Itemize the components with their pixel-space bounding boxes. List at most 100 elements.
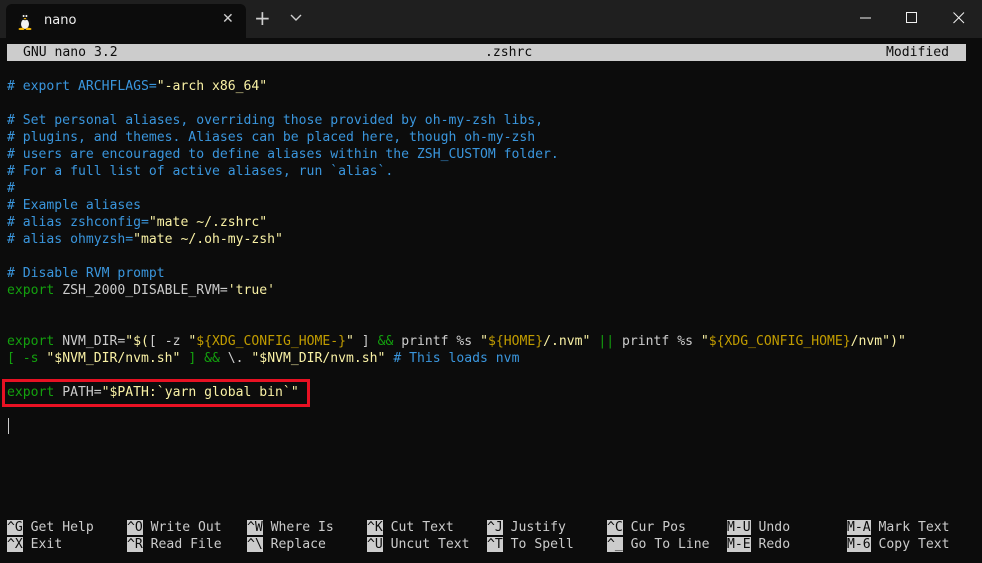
editor-line: # export ARCHFLAGS="-arch x86_64" (7, 78, 267, 95)
code-token: && (377, 334, 394, 349)
close-window-button[interactable] (936, 0, 982, 36)
shortcut-label: Undo (750, 520, 791, 535)
code-token: NVM_DIR= (54, 334, 126, 349)
shortcut-label: Read File (142, 537, 222, 552)
shortcut-label: Cut Text (382, 520, 454, 535)
tux-icon (17, 12, 33, 31)
code-token: printf %s (614, 334, 701, 349)
code-token: # Disable RVM prompt (7, 266, 165, 281)
tab-nano[interactable]: nano ✕ (6, 4, 246, 38)
shortcut-key: ^G (7, 520, 23, 535)
code-token: ${HOME} (487, 334, 544, 349)
shortcut-key: ^U (367, 537, 383, 552)
maximize-button[interactable] (889, 0, 935, 36)
shortcut-item: M-A Mark Text (847, 519, 950, 536)
editor-line: # (7, 180, 15, 197)
shortcut-label: Uncut Text (382, 537, 470, 552)
code-token: ] (180, 351, 205, 366)
tab-title: nano (44, 13, 77, 28)
shortcut-item: ^U Uncut Text (367, 536, 470, 553)
shortcut-item: ^K Cut Text (367, 519, 454, 536)
shortcut-item: ^T To Spell (487, 536, 574, 553)
code-token: "$NVM_DIR/nvm.sh" (46, 351, 181, 366)
code-token: [ -s (7, 351, 47, 366)
code-token: /nvm" (850, 334, 891, 349)
code-token: # This loads nvm (385, 351, 520, 366)
shortcut-item: M-U Undo (727, 519, 790, 536)
code-token: # (7, 181, 15, 196)
shortcut-label: Copy Text (870, 537, 950, 552)
shortcut-key: ^O (127, 520, 143, 535)
code-token: # export ARCHFLAGS= (7, 79, 157, 94)
tab-close-icon[interactable]: ✕ (222, 11, 234, 27)
code-token: /.nvm" (543, 334, 591, 349)
code-token: ZSH_2000_DISABLE_RVM= (54, 283, 228, 298)
shortcut-key: ^C (607, 520, 623, 535)
shortcut-key: ^W (247, 520, 263, 535)
code-token: # Set personal aliases, overriding those… (7, 113, 544, 128)
shortcut-item: ^O Write Out (127, 519, 222, 536)
shortcut-key: M-6 (847, 537, 871, 552)
code-token: "mate ~/.oh-my-zsh" (133, 232, 283, 247)
highlight-box (2, 379, 310, 407)
shortcut-key: ^X (7, 537, 23, 552)
editor-line: # users are encouraged to define aliases… (7, 146, 559, 163)
code-token: "mate ~/.zshrc" (148, 215, 268, 230)
code-token: " (346, 334, 354, 349)
code-token: "$NVM_DIR/nvm.sh" (251, 351, 386, 366)
editor-line: # plugins, and themes. Aliases can be pl… (7, 129, 535, 146)
text-cursor (8, 418, 9, 434)
code-token: ${XDG_CONFIG_HOME-} (196, 334, 347, 349)
code-token: " (700, 334, 709, 349)
shortcut-key: M-U (727, 520, 751, 535)
shortcut-item: ^\ Replace (247, 536, 326, 553)
shortcut-label: Where Is (262, 520, 334, 535)
shortcut-label: To Spell (502, 537, 574, 552)
editor-line: # alias zshconfig="mate ~/.zshrc" (7, 214, 267, 231)
code-token: # alias zshconfig= (7, 215, 149, 230)
nano-header-bar: GNU nano 3.2 .zshrc Modified (7, 44, 966, 61)
code-token: )" (890, 334, 906, 349)
code-token: " (480, 334, 488, 349)
code-token: # alias ohmyzsh= (7, 232, 134, 247)
code-token: || (598, 334, 615, 349)
shortcut-item: ^W Where Is (247, 519, 334, 536)
code-token: "-arch x86_64" (156, 79, 268, 94)
code-token: [ -z (148, 334, 189, 349)
shortcut-key: ^J (487, 520, 503, 535)
editor-line: # For a full list of active aliases, run… (7, 163, 393, 180)
shortcut-key: ^T (487, 537, 503, 552)
shortcut-key: ^K (367, 520, 383, 535)
editor-line: # Example aliases (7, 197, 141, 214)
editor-line: [ -s "$NVM_DIR/nvm.sh" ] && \. "$NVM_DIR… (7, 350, 519, 367)
close-icon (953, 12, 965, 24)
shortcut-label: Exit (22, 537, 63, 552)
shortcut-key: M-E (727, 537, 751, 552)
minimize-icon (860, 17, 871, 19)
shortcut-key: ^\ (247, 537, 263, 552)
shortcut-label: Cur Pos (622, 520, 686, 535)
editor-line: export ZSH_2000_DISABLE_RVM='true' (7, 282, 275, 299)
code-token: # plugins, and themes. Aliases can be pl… (7, 130, 536, 145)
editor-line: # Set personal aliases, overriding those… (7, 112, 543, 129)
shortcut-item: ^C Cur Pos (607, 519, 686, 536)
shortcut-label: Get Help (22, 520, 94, 535)
shortcut-item: ^G Get Help (7, 519, 94, 536)
chevron-down-icon[interactable] (289, 10, 303, 24)
maximize-icon (906, 12, 917, 23)
shortcut-label: Mark Text (870, 520, 950, 535)
minimize-button[interactable] (843, 0, 889, 36)
shortcut-item: ^R Read File (127, 536, 222, 553)
shortcut-key: ^R (127, 537, 143, 552)
shortcut-item: ^X Exit (7, 536, 62, 553)
code-token: export (7, 283, 55, 298)
window-titlebar[interactable]: nano ✕ + (0, 0, 982, 38)
code-token: ${XDG_CONFIG_HOME} (708, 334, 851, 349)
editor-line: # Disable RVM prompt (7, 265, 165, 282)
shortcut-label: Redo (750, 537, 791, 552)
code-token: export (7, 334, 55, 349)
new-tab-button[interactable]: + (254, 6, 271, 30)
editor-line: # alias ohmyzsh="mate ~/.oh-my-zsh" (7, 231, 283, 248)
shortcut-key: ^_ (607, 537, 623, 552)
code-token: && (204, 351, 220, 366)
